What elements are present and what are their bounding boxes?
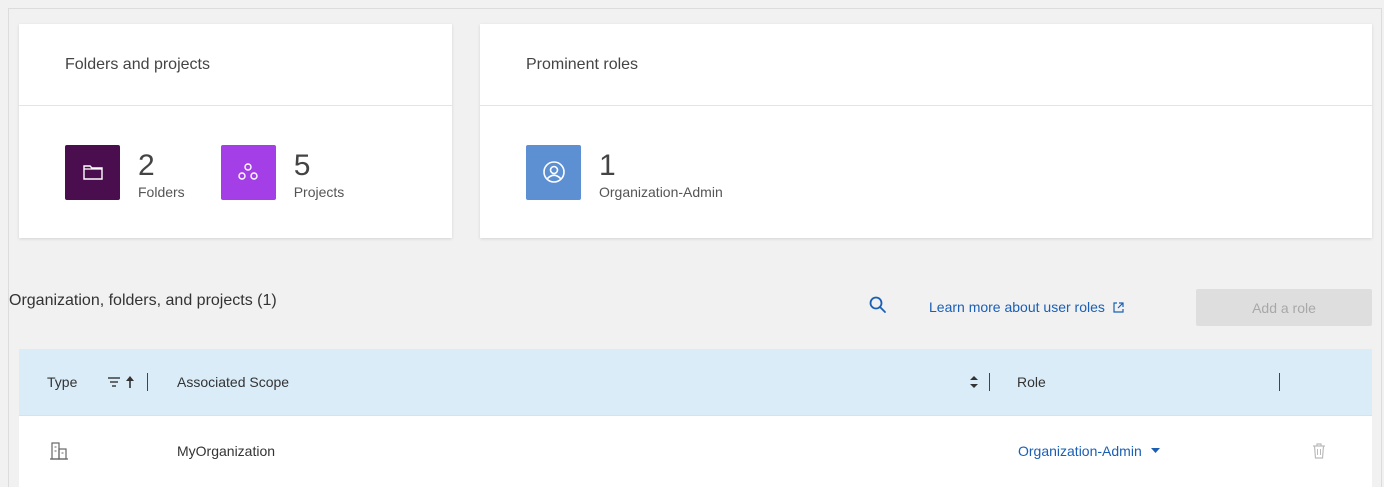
page-frame: Folders and projects 2 Folders 5 Project… — [8, 8, 1382, 487]
learn-more-link[interactable]: Learn more about user roles — [929, 299, 1124, 315]
prominent-roles-card: Prominent roles 1 Organization-Admin — [480, 24, 1372, 238]
type-header-label: Type — [47, 374, 78, 390]
folders-label: Folders — [138, 183, 185, 200]
scope-header-label: Associated Scope — [177, 374, 290, 390]
card-title: Prominent roles — [480, 24, 1372, 106]
role-column-header[interactable]: Role — [1017, 349, 1046, 415]
filter-icon[interactable] — [107, 349, 121, 415]
role-header-label: Role — [1017, 374, 1046, 390]
projects-stat: 5 Projects — [220, 144, 345, 200]
card-title: Folders and projects — [19, 24, 452, 106]
section-title: Organization, folders, and projects (1) — [9, 292, 277, 309]
table-row: MyOrganization Organization-Admin — [19, 415, 1372, 487]
user-role-icon — [526, 144, 581, 200]
role-value: Organization-Admin — [1018, 443, 1142, 459]
learn-more-label: Learn more about user roles — [929, 299, 1105, 315]
caret-down-icon — [1150, 448, 1160, 453]
add-role-button[interactable]: Add a role — [1196, 289, 1372, 326]
folder-icon — [65, 144, 120, 200]
org-admin-label: Organization-Admin — [599, 183, 723, 200]
scope-cell: MyOrganization — [177, 443, 276, 459]
project-icon — [220, 144, 276, 200]
scope-column-header[interactable]: Associated Scope — [177, 349, 289, 415]
external-link-icon — [1113, 301, 1124, 313]
trash-icon[interactable] — [1312, 416, 1326, 486]
type-column-header[interactable]: Type — [47, 349, 77, 415]
column-divider[interactable] — [1279, 349, 1280, 415]
role-dropdown[interactable]: Organization-Admin — [1018, 416, 1160, 486]
sort-toggle-icon[interactable] — [969, 349, 979, 415]
search-icon[interactable] — [867, 294, 889, 316]
projects-count: 5 — [293, 148, 311, 182]
folders-count: 2 — [138, 148, 155, 182]
org-admin-stat: 1 Organization-Admin — [526, 144, 723, 200]
folders-stat: 2 Folders — [65, 144, 185, 200]
table-header: Type Associated Scope Role — [19, 349, 1372, 415]
column-divider[interactable] — [147, 349, 148, 415]
org-admin-count: 1 — [599, 148, 616, 182]
projects-label: Projects — [293, 183, 345, 200]
folders-projects-card: Folders and projects 2 Folders 5 Project… — [19, 24, 452, 238]
sort-ascending-icon[interactable] — [125, 349, 135, 415]
organization-icon — [49, 416, 69, 486]
column-divider[interactable] — [989, 349, 990, 415]
